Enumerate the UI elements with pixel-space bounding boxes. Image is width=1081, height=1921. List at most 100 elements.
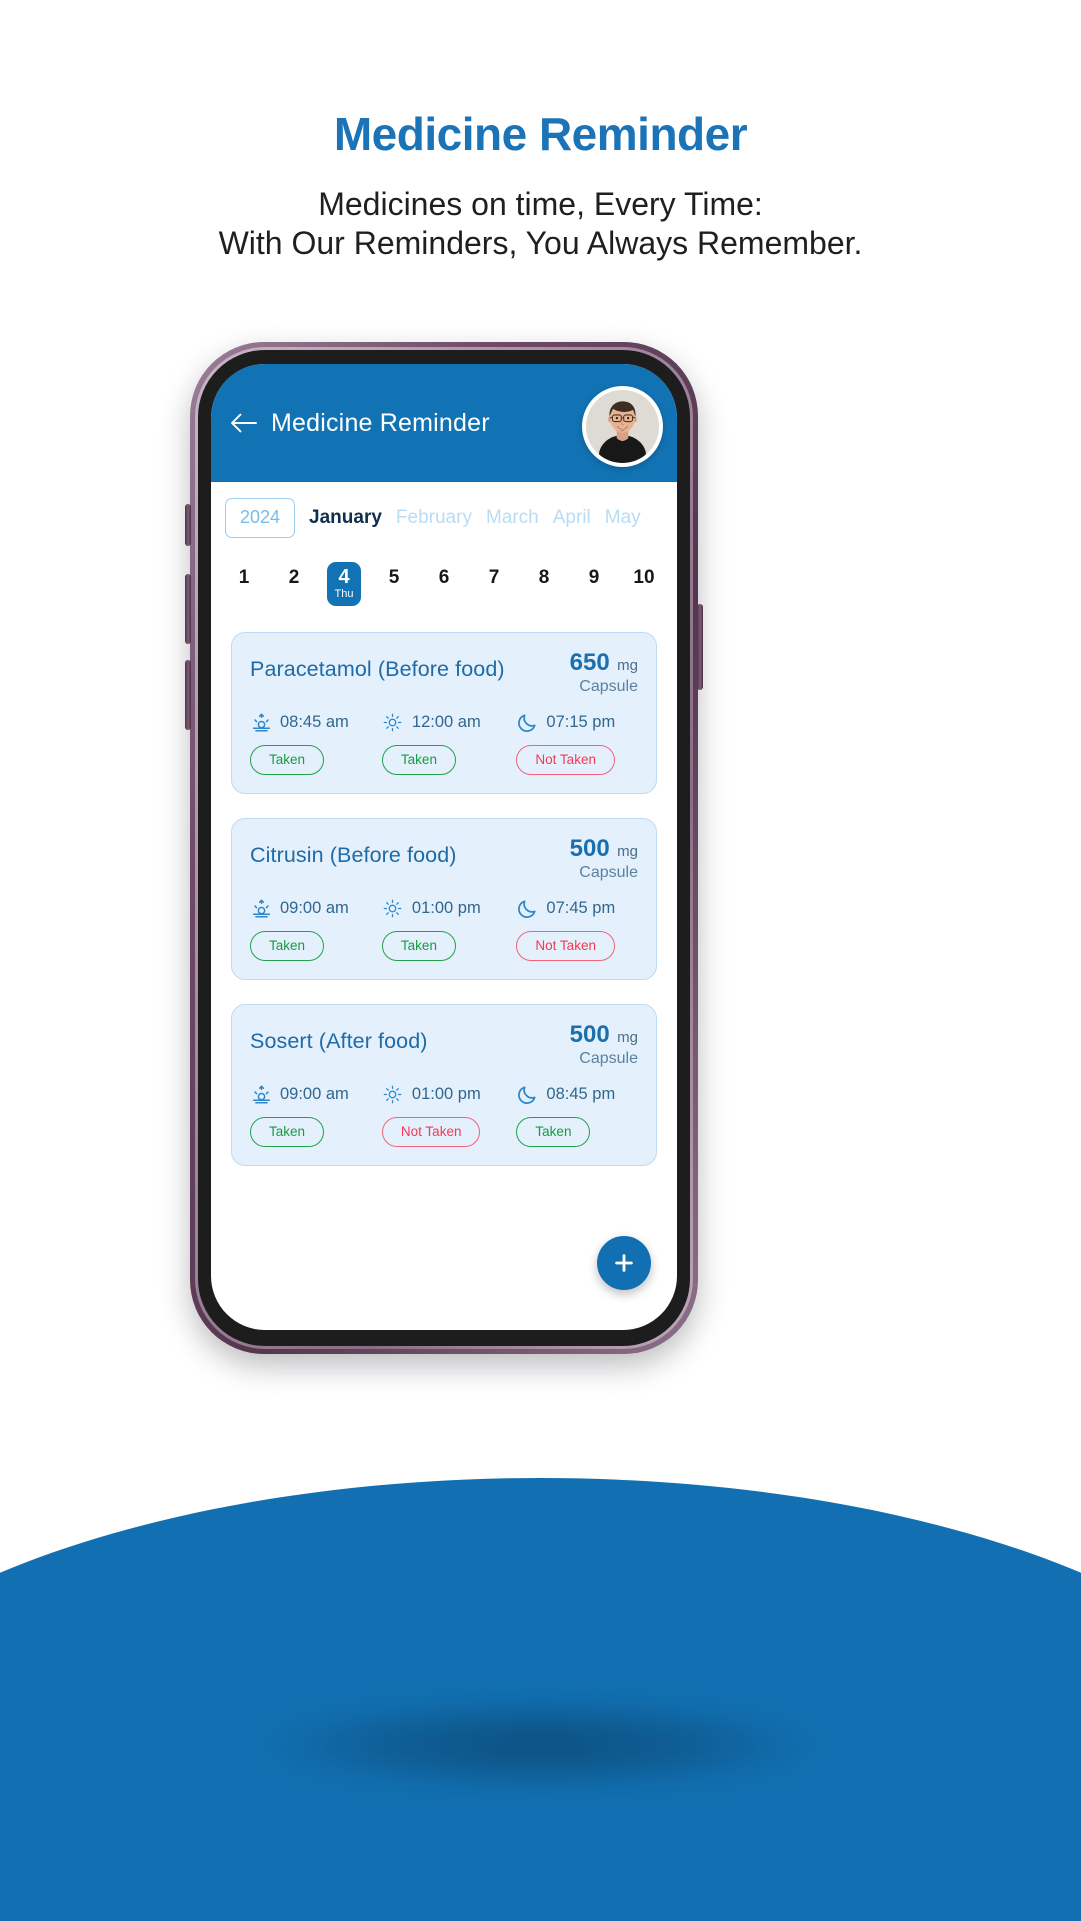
- day-selector[interactable]: 1 2 4 Thu 5 6 7 8 9 10: [211, 544, 677, 606]
- arrow-left-icon[interactable]: [229, 408, 259, 438]
- page-subtitle: Medicines on time, Every Time: With Our …: [0, 185, 1081, 263]
- page-subtitle-line-2: With Our Reminders, You Always Remember.: [218, 225, 863, 262]
- medicine-list: Paracetamol (Before food) 650 mg Capsule: [211, 606, 677, 1166]
- phone-mockup: Medicine Reminder 2024 January February …: [185, 342, 703, 1354]
- month-tab-april[interactable]: April: [553, 507, 591, 529]
- medicine-card[interactable]: Sosert (After food) 500 mg Capsule 09:00…: [231, 1003, 657, 1166]
- slot-time: 07:45 pm: [546, 899, 616, 918]
- slot-time: 12:00 am: [411, 713, 481, 732]
- status-badge-not-taken[interactable]: Not Taken: [516, 744, 615, 775]
- dose-form: Capsule: [579, 1049, 638, 1067]
- medicine-card-header: Citrusin (Before food) 500 mg Capsule: [250, 835, 638, 882]
- slot-time: 08:45 am: [280, 713, 349, 732]
- phone-volume-up-button[interactable]: [185, 574, 191, 644]
- status-badge-taken[interactable]: Taken: [381, 930, 456, 961]
- user-avatar-photo: [586, 390, 659, 463]
- month-tab-march[interactable]: March: [486, 507, 539, 529]
- day-number: 9: [588, 567, 600, 588]
- day-chip[interactable]: 7: [477, 562, 511, 589]
- dose-slot-night: 08:45 pm Taken: [516, 1084, 638, 1147]
- phone-power-button[interactable]: [697, 604, 703, 690]
- day-chip[interactable]: 8: [527, 562, 561, 589]
- sunrise-icon: [250, 1084, 272, 1106]
- slot-time: 09:00 am: [280, 899, 349, 918]
- status-badge-taken[interactable]: Taken: [381, 744, 456, 775]
- day-chip[interactable]: 1: [227, 562, 261, 589]
- status-badge-not-taken[interactable]: Not Taken: [381, 1116, 481, 1147]
- phone-volume-down-button[interactable]: [185, 660, 191, 730]
- slot-time: 07:15 pm: [546, 713, 616, 732]
- dose-slot-night: 07:45 pm Not Taken: [516, 898, 638, 961]
- day-number: 1: [238, 567, 250, 588]
- phone-silent-switch[interactable]: [185, 504, 191, 546]
- dose-slot-morning: 09:00 am Taken: [250, 1084, 382, 1147]
- day-chip-selected[interactable]: 4 Thu: [327, 562, 361, 606]
- phone-bezel: Medicine Reminder 2024 January February …: [198, 350, 690, 1346]
- month-tab-january[interactable]: January: [309, 507, 382, 529]
- status-badge-taken[interactable]: Taken: [250, 1116, 325, 1147]
- slot-time: 08:45 pm: [546, 1085, 616, 1104]
- medicine-name: Citrusin (Before food): [250, 842, 457, 867]
- day-number: 4: [338, 566, 350, 588]
- sunrise-icon: [250, 898, 272, 920]
- slot-time-row: 08:45 pm: [516, 1084, 638, 1106]
- year-chip[interactable]: 2024: [225, 498, 296, 538]
- dose-amount: 650: [569, 648, 610, 676]
- medicine-card[interactable]: Citrusin (Before food) 500 mg Capsule 09…: [231, 817, 657, 980]
- day-chip[interactable]: 9: [577, 562, 611, 589]
- month-tab-february[interactable]: February: [396, 507, 472, 529]
- medicine-dosage: 500 mg Capsule: [562, 1021, 638, 1068]
- day-number: 2: [288, 567, 300, 588]
- dose-form: Capsule: [579, 677, 638, 695]
- dose-slot-afternoon: 01:00 pm Taken: [381, 898, 517, 961]
- medicine-card[interactable]: Paracetamol (Before food) 650 mg Capsule: [231, 631, 657, 794]
- day-chip[interactable]: 10: [627, 562, 661, 589]
- status-badge-taken[interactable]: Taken: [516, 1116, 591, 1147]
- day-chip[interactable]: 2: [277, 562, 311, 589]
- slot-time-row: 01:00 pm: [382, 898, 517, 920]
- day-number: 6: [438, 567, 450, 588]
- dose-slot-night: 07:15 pm Not Taken: [516, 712, 638, 775]
- moon-icon: [516, 898, 538, 920]
- dose-slots: 09:00 am Taken: [250, 898, 638, 961]
- slot-time-row: 08:45 am: [250, 712, 382, 734]
- add-medicine-button[interactable]: [597, 1236, 651, 1290]
- dose-unit: mg: [617, 1028, 638, 1046]
- slot-time-row: 01:00 pm: [382, 1084, 517, 1106]
- dose-slot-afternoon: 12:00 am Taken: [381, 712, 517, 775]
- medicine-card-header: Paracetamol (Before food) 650 mg Capsule: [250, 649, 638, 696]
- sun-icon: [382, 1084, 404, 1106]
- status-badge-not-taken[interactable]: Not Taken: [516, 930, 615, 961]
- sun-icon: [382, 898, 404, 920]
- slot-time: 01:00 pm: [411, 899, 481, 918]
- slot-time: 01:00 pm: [411, 1085, 481, 1104]
- month-selector[interactable]: 2024 January February March April May: [211, 482, 677, 544]
- dose-unit: mg: [617, 656, 638, 674]
- app-header: Medicine Reminder: [211, 364, 677, 482]
- dose-amount: 500: [569, 834, 610, 862]
- day-weekday: Thu: [334, 588, 354, 600]
- dose-unit: mg: [617, 842, 638, 860]
- promo-screenshot: Medicine Reminder Medicines on time, Eve…: [0, 0, 1081, 1921]
- day-number: 7: [488, 567, 500, 588]
- slot-time-row: 07:45 pm: [516, 898, 638, 920]
- medicine-dosage: 650 mg Capsule: [562, 649, 638, 696]
- slot-time-row: 07:15 pm: [516, 712, 638, 734]
- sun-icon: [382, 712, 404, 734]
- dose-slots: 09:00 am Taken: [250, 1084, 638, 1147]
- app-title: Medicine Reminder: [271, 408, 490, 437]
- day-chip[interactable]: 5: [377, 562, 411, 589]
- avatar[interactable]: [582, 386, 663, 467]
- plus-icon: [611, 1250, 637, 1276]
- day-chip[interactable]: 6: [427, 562, 461, 589]
- medicine-name: Sosert (After food): [250, 1028, 428, 1053]
- month-tab-may[interactable]: May: [605, 507, 641, 529]
- status-badge-taken[interactable]: Taken: [250, 930, 325, 961]
- phone-frame-mid: Medicine Reminder 2024 January February …: [195, 347, 693, 1349]
- status-badge-taken[interactable]: Taken: [250, 744, 325, 775]
- moon-icon: [516, 712, 538, 734]
- day-number: 8: [538, 567, 550, 588]
- app-screen: Medicine Reminder 2024 January February …: [211, 364, 677, 1330]
- sunrise-icon: [250, 712, 272, 734]
- page-title: Medicine Reminder: [333, 108, 748, 160]
